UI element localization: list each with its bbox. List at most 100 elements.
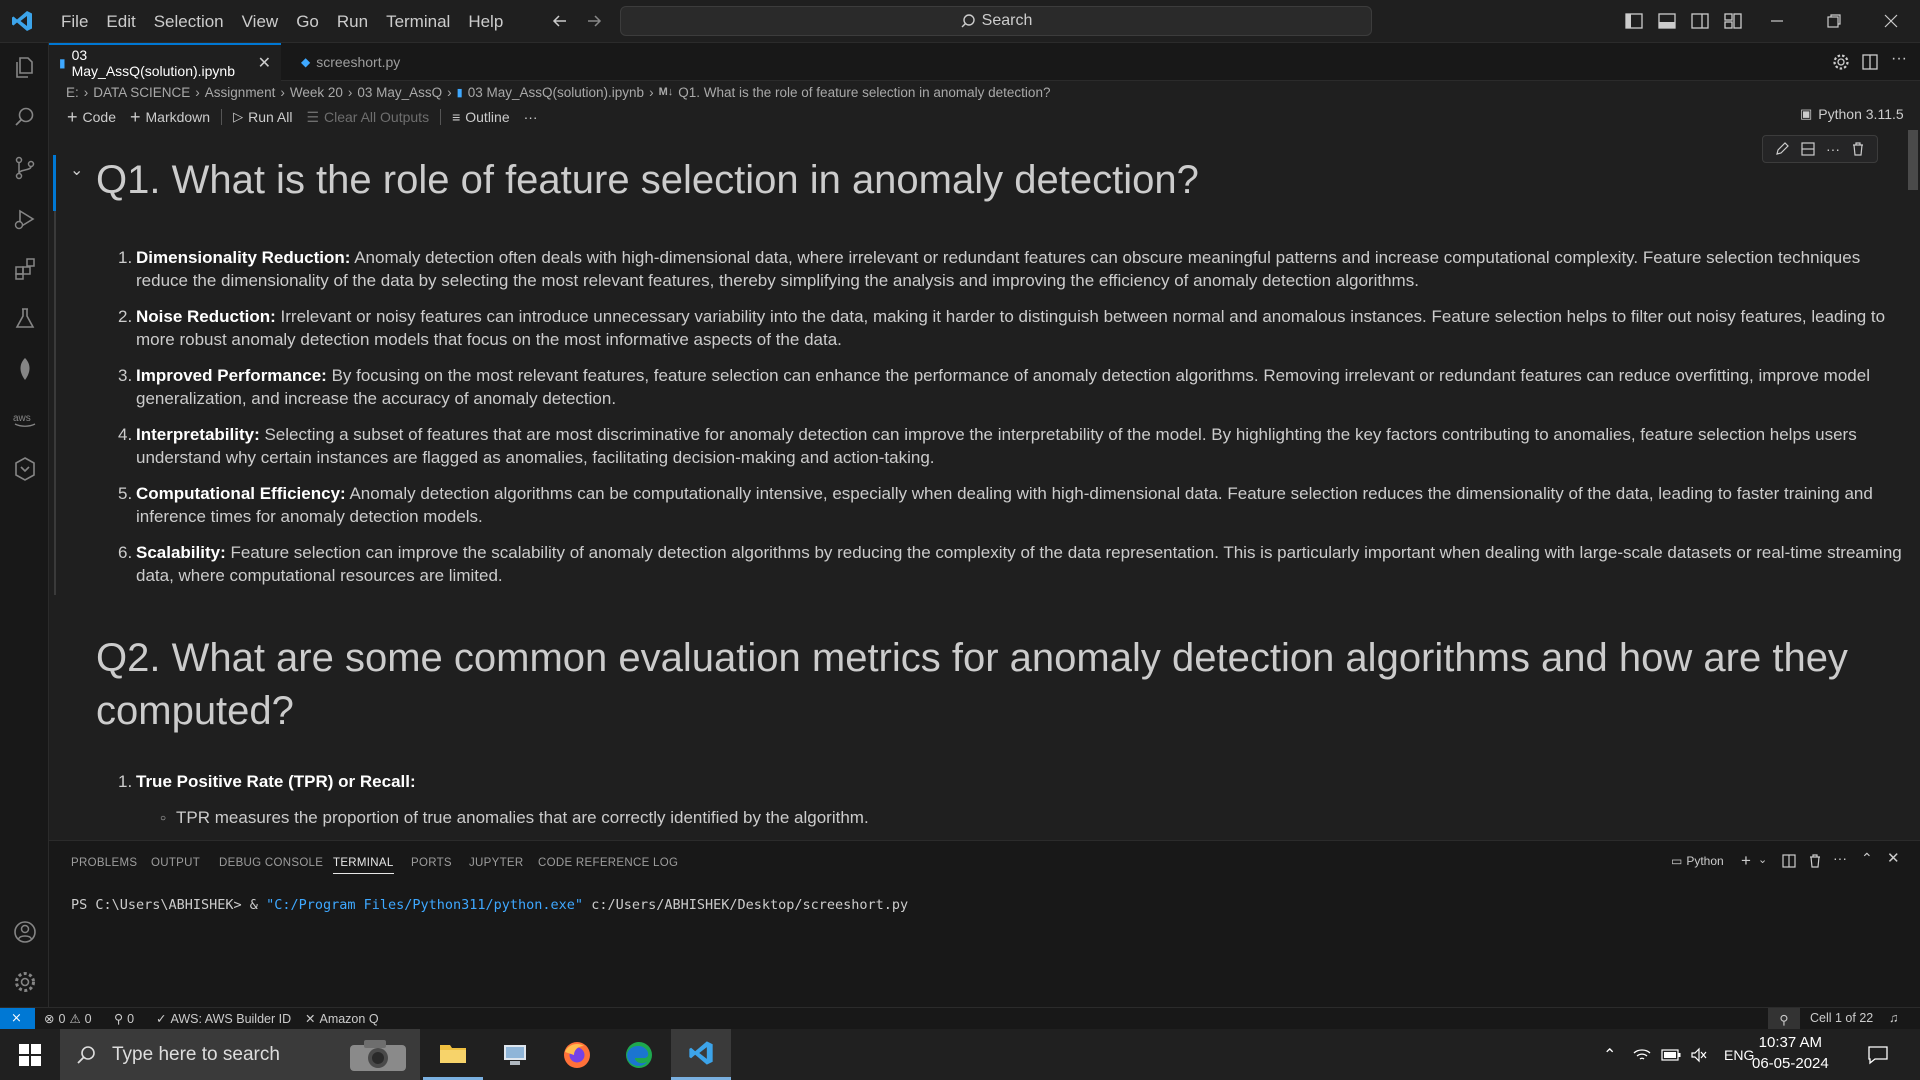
menu-file[interactable]: File [52, 0, 97, 43]
breadcrumb-file[interactable]: 03 May_AssQ(solution).ipynb [468, 85, 644, 100]
maximize-panel-icon[interactable]: ⌃ [1861, 850, 1873, 867]
cell-more-icon[interactable]: ··· [1826, 141, 1840, 157]
add-markdown-cell-button[interactable]: + Markdown [123, 107, 217, 128]
error-icon: ⊗ [44, 1012, 55, 1026]
back-arrow-icon[interactable] [550, 11, 570, 31]
amazon-q-status[interactable]: ✕ Amazon Q [305, 1011, 379, 1027]
run-all-button[interactable]: ▷ Run All [226, 109, 299, 125]
ports-status[interactable]: ⚲ 0 [114, 1011, 134, 1027]
tray-chevron-up-icon[interactable]: ⌃ [1603, 1029, 1616, 1080]
breadcrumb-drive[interactable]: E: [66, 85, 79, 100]
outline-button[interactable]: ≡ Outline [445, 109, 517, 125]
breadcrumb-folder[interactable]: DATA SCIENCE [93, 85, 190, 100]
toggle-panel-icon[interactable] [1657, 11, 1677, 31]
taskbar-file-explorer[interactable] [423, 1029, 483, 1080]
tab-ports[interactable]: PORTS [411, 857, 452, 869]
settings-gear-icon[interactable] [12, 969, 38, 995]
q2-heading: Q2. What are some common evaluation metr… [96, 636, 1848, 733]
taskbar-vscode[interactable] [671, 1029, 731, 1080]
close-window-icon[interactable] [1881, 11, 1901, 31]
run-debug-icon[interactable] [12, 206, 38, 232]
panel-more-icon[interactable]: ··· [1833, 850, 1847, 866]
extensions-icon[interactable] [12, 256, 38, 282]
split-editor-icon[interactable] [1861, 53, 1879, 71]
menu-bar: File Edit Selection View Go Run Terminal… [52, 0, 512, 43]
breadcrumb-folder[interactable]: Assignment [205, 85, 276, 100]
tab-notebook[interactable]: ▮ 03 May_AssQ(solution).ipynb ✕ [49, 43, 281, 81]
new-terminal-icon[interactable]: + [1741, 851, 1751, 871]
aws-status[interactable]: ✓ AWS: AWS Builder ID [156, 1011, 291, 1027]
wifi-icon[interactable] [1633, 1029, 1651, 1080]
cell-position[interactable]: Cell 1 of 22 [1810, 1011, 1873, 1025]
toggle-secondary-sidebar-icon[interactable] [1690, 11, 1710, 31]
close-tab-icon[interactable]: ✕ [258, 53, 271, 73]
tab-python-file[interactable]: ◆ screeshort.py [291, 43, 410, 81]
kernel-picker[interactable]: ▣ Python 3.11.5 [1800, 106, 1904, 122]
breadcrumb-folder[interactable]: 03 May_AssQ [357, 85, 442, 100]
notifications-bell-icon[interactable]: ♫ [1889, 1011, 1898, 1025]
command-search-box[interactable]: Search [620, 6, 1372, 36]
leaf-extension-icon[interactable] [12, 356, 38, 382]
errors-count: 0 [58, 1011, 66, 1026]
problems-status[interactable]: ⊗ 0 ⚠ 0 [44, 1011, 92, 1027]
menu-view[interactable]: View [233, 0, 288, 43]
accounts-icon[interactable] [12, 919, 38, 945]
toggle-primary-sidebar-icon[interactable] [1624, 11, 1644, 31]
menu-selection[interactable]: Selection [145, 0, 233, 43]
taskbar-firefox[interactable] [547, 1029, 607, 1080]
tab-debug-console[interactable]: DEBUG CONSOLE [219, 857, 323, 869]
menu-run[interactable]: Run [328, 0, 377, 43]
close-panel-icon[interactable]: ✕ [1887, 849, 1900, 867]
edit-pencil-icon[interactable] [1774, 141, 1790, 157]
remote-indicator[interactable]: ⨯ [0, 1008, 35, 1030]
kill-terminal-icon[interactable] [1807, 853, 1823, 869]
more-toolbar-button[interactable]: ··· [517, 109, 545, 125]
restore-icon[interactable] [1824, 11, 1844, 31]
taskbar-search-box[interactable]: Type here to search [60, 1029, 420, 1080]
delete-cell-icon[interactable] [1850, 141, 1866, 157]
explorer-icon[interactable] [12, 54, 38, 80]
taskbar-app-2[interactable] [485, 1029, 545, 1080]
menu-edit[interactable]: Edit [97, 0, 144, 43]
add-code-cell-button[interactable]: + Code [60, 107, 123, 128]
menu-terminal[interactable]: Terminal [377, 0, 459, 43]
minimize-icon[interactable] [1767, 11, 1787, 31]
menu-go[interactable]: Go [287, 0, 328, 43]
terminal-output[interactable]: PS C:\Users\ABHISHEK> & "C:/Program File… [71, 897, 908, 913]
customize-layout-icon[interactable] [1723, 11, 1743, 31]
list-number: 4. [118, 425, 133, 444]
forward-arrow-icon[interactable] [584, 11, 604, 31]
tab-code-reference-log[interactable]: CODE REFERENCE LOG [538, 857, 678, 869]
terminal-exe-path: "C:/Program Files/Python311/python.exe" [266, 897, 584, 913]
clock[interactable]: 10:37 AM 06-05-2024 [1752, 1032, 1829, 1074]
more-actions-icon[interactable]: ··· [1891, 50, 1907, 68]
breadcrumb-folder[interactable]: Week 20 [290, 85, 343, 100]
menu-help[interactable]: Help [459, 0, 512, 43]
zoom-status[interactable]: ⚲ [1768, 1008, 1800, 1030]
tab-output[interactable]: OUTPUT [151, 857, 200, 869]
source-control-icon[interactable] [12, 155, 38, 181]
clear-all-outputs-button[interactable]: ☰ Clear All Outputs [299, 109, 436, 126]
tab-terminal[interactable]: TERMINAL [333, 857, 394, 874]
language-indicator[interactable]: ENG [1724, 1029, 1754, 1080]
hexagon-extension-icon[interactable] [12, 456, 38, 482]
list-number: 1. [118, 248, 133, 267]
battery-icon[interactable] [1661, 1029, 1681, 1080]
chevron-down-icon[interactable]: ⌄ [1758, 853, 1767, 866]
notification-center-icon[interactable] [1867, 1029, 1889, 1080]
tab-problems[interactable]: PROBLEMS [71, 857, 137, 869]
editor-scrollbar[interactable] [1908, 130, 1918, 190]
notebook-settings-icon[interactable] [1832, 53, 1850, 71]
search-sidebar-icon[interactable] [12, 104, 38, 130]
collapse-chevron-icon[interactable]: ⌄ [70, 160, 83, 180]
aws-icon[interactable]: aws [12, 406, 38, 432]
speaker-muted-icon[interactable] [1690, 1029, 1708, 1080]
testing-flask-icon[interactable] [12, 306, 38, 332]
breadcrumb-cell[interactable]: Q1. What is the role of feature selectio… [678, 85, 1050, 100]
split-cell-icon[interactable] [1800, 141, 1816, 157]
split-terminal-icon[interactable] [1781, 853, 1797, 869]
tab-jupyter[interactable]: JUPYTER [469, 857, 524, 869]
taskbar-edge[interactable] [609, 1029, 669, 1080]
terminal-shell-selector[interactable]: ▭ Python [1671, 854, 1724, 868]
windows-start-icon[interactable] [19, 1044, 41, 1066]
